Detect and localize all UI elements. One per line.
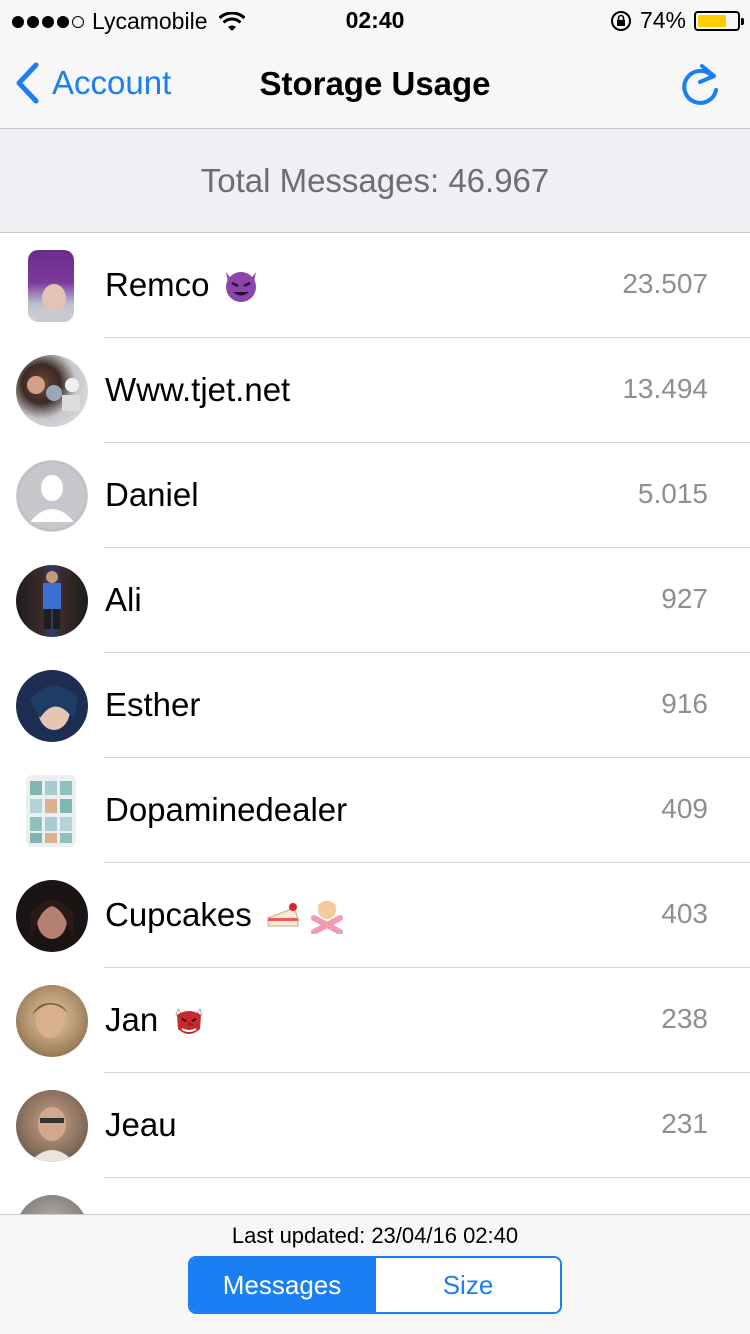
- segment-size[interactable]: Size: [374, 1258, 560, 1312]
- list-item[interactable]: Www.tjet.net 13.494: [0, 338, 750, 443]
- total-messages-text: Total Messages: 46.967: [200, 161, 550, 199]
- sort-segmented-control: Messages Size: [188, 1256, 562, 1314]
- avatar: [16, 880, 88, 952]
- status-bar: Lycamobile 02:40 74%: [0, 0, 750, 40]
- message-count: 231: [661, 1108, 708, 1139]
- list-item[interactable]: Cupcakes 403: [0, 863, 750, 968]
- storage-usage-screen: Lycamobile 02:40 74% Account Storage Usa…: [0, 0, 750, 1334]
- battery-percent: 74%: [639, 7, 686, 33]
- rotation-lock-icon: [610, 10, 631, 31]
- avatar: [26, 775, 76, 847]
- contact-name: Jeau: [105, 1106, 177, 1143]
- message-count: 5.015: [637, 478, 708, 509]
- list-item[interactable]: Ali 927: [0, 548, 750, 653]
- list-item[interactable]: Remco 23.507: [0, 233, 750, 338]
- list-item[interactable]: Dopaminedealer 409: [0, 758, 750, 863]
- contact-name: Jan: [105, 1001, 208, 1039]
- contact-name: Daniel: [105, 476, 199, 513]
- list-item[interactable]: Jan 238: [0, 968, 750, 1073]
- message-count: 403: [661, 898, 708, 929]
- contact-name: Dopaminedealer: [105, 791, 348, 828]
- list-item[interactable]: [0, 1178, 750, 1215]
- refresh-icon[interactable]: [678, 60, 722, 110]
- message-count: 238: [661, 1003, 708, 1034]
- list-item[interactable]: Daniel 5.015: [0, 443, 750, 548]
- avatar: [16, 670, 88, 742]
- message-count: 916: [661, 688, 708, 719]
- no-gesture-emoji: [310, 901, 343, 934]
- last-updated-text: Last updated: 23/04/16 02:40: [231, 1223, 519, 1248]
- navigation-bar: Account Storage Usage: [0, 40, 750, 129]
- avatar: [16, 1090, 88, 1162]
- smiling-devil-emoji: [225, 272, 256, 302]
- message-count: 23.507: [622, 268, 708, 299]
- total-messages-banner: Total Messages: 46.967: [0, 129, 750, 233]
- contact-name: Esther: [105, 686, 201, 723]
- avatar: [28, 250, 74, 322]
- contact-name: Www.tjet.net: [105, 371, 291, 408]
- battery-level: [698, 14, 727, 27]
- bottom-toolbar: Last updated: 23/04/16 02:40 Messages Si…: [0, 1214, 750, 1334]
- avatar: [16, 985, 88, 1057]
- contact-name: Ali: [105, 581, 142, 618]
- back-label: Account: [52, 64, 172, 101]
- avatar: [16, 460, 88, 532]
- message-count: 927: [661, 583, 708, 614]
- back-button[interactable]: Account: [14, 62, 171, 104]
- goblin-mask-emoji: [175, 1008, 203, 1034]
- contact-name: Remco: [105, 266, 260, 304]
- contact-name: Cupcakes: [105, 896, 346, 934]
- chevron-left-icon: [16, 62, 39, 104]
- status-right: 74%: [610, 7, 744, 34]
- segment-messages[interactable]: Messages: [190, 1258, 374, 1312]
- contact-list[interactable]: Remco 23.507 Www.tjet.net 13.494 Daniel …: [0, 233, 750, 1215]
- cake-emoji: [267, 903, 299, 927]
- message-count: 13.494: [622, 373, 708, 404]
- avatar: [16, 565, 88, 637]
- list-item[interactable]: Jeau 231: [0, 1073, 750, 1178]
- battery-icon: [694, 10, 744, 31]
- avatar: [16, 355, 88, 427]
- message-count: 409: [661, 793, 708, 824]
- avatar: [16, 1195, 88, 1215]
- list-item[interactable]: Esther 916: [0, 653, 750, 758]
